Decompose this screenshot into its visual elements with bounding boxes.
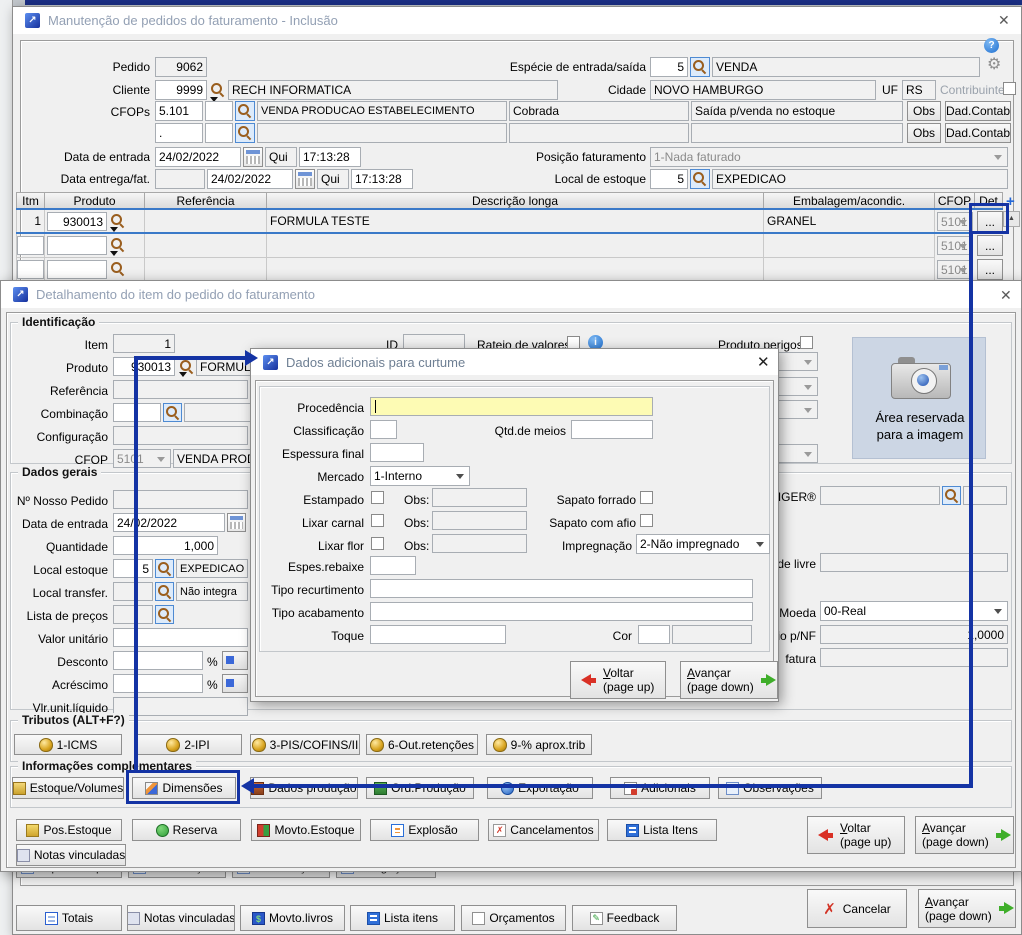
mercado-select[interactable]: 1-Interno [370, 466, 470, 486]
curtume-close-icon[interactable]: ✕ [757, 353, 770, 371]
curtume-titlebar[interactable]: Dados adicionais para curtume [251, 349, 778, 375]
lixar-flor-obs-field [432, 534, 527, 553]
impregnacao-label: Impregnação [560, 539, 632, 553]
mercado-label: Mercado [298, 470, 364, 484]
sapato-forrado-label: Sapato forrado [552, 493, 636, 507]
lixar-carnal-label: Lixar carnal [298, 516, 364, 530]
cor-field[interactable] [638, 625, 670, 644]
tipo-recurtimento-label: Tipo recurtimento [264, 583, 364, 597]
toque-field[interactable] [370, 625, 506, 644]
screen: Manutenção de pedidos do faturamento - I… [0, 0, 1022, 935]
avancar-curtume-button[interactable]: Avançar(page down) [680, 661, 778, 699]
text-cursor [375, 400, 376, 413]
estampado-obs-field [432, 488, 527, 507]
curtume-dialog-title: Dados adicionais para curtume [286, 355, 465, 370]
obs2-label: Obs: [404, 516, 429, 530]
qtd-meios-field[interactable] [571, 420, 653, 439]
lixar-flor-checkbox[interactable] [371, 537, 384, 550]
estampado-checkbox[interactable] [371, 491, 384, 504]
toque-label: Toque [310, 629, 364, 643]
espes-rebaixe-field[interactable] [370, 556, 416, 575]
lixar-carnal-checkbox[interactable] [371, 514, 384, 527]
voltar-curtume-button[interactable]: Voltar(page up) [570, 661, 666, 699]
obs3-label: Obs: [404, 539, 429, 553]
classificacao-label: Classificação [286, 424, 364, 438]
tipo-acabamento-field[interactable] [370, 602, 753, 621]
cor-label: Cor [606, 629, 632, 643]
impregnacao-select[interactable]: 2-Não impregnado [636, 534, 770, 554]
sapato-afio-label: Sapato com afio [548, 516, 636, 530]
tipo-recurtimento-field[interactable] [370, 579, 753, 598]
lixar-carnal-obs-field [432, 511, 527, 530]
curtume-dialog-layer: Dados adicionais para curtume ✕ Procedên… [0, 0, 1022, 935]
red-left-arrow-icon [577, 674, 596, 687]
cor-desc-field [672, 625, 752, 644]
procedencia-field[interactable] [370, 397, 653, 416]
classificacao-field[interactable] [370, 420, 397, 439]
tipo-acabamento-label: Tipo acabamento [264, 606, 364, 620]
obs1-label: Obs: [404, 493, 429, 507]
lixar-flor-label: Lixar flor [298, 539, 364, 553]
estampado-label: Estampado [298, 493, 364, 507]
espessura-field[interactable] [370, 443, 424, 462]
sapato-afio-checkbox[interactable] [640, 514, 653, 527]
qtd-meios-label: Qtd.de meios [480, 424, 566, 438]
app-icon [263, 355, 278, 370]
green-right-arrow-icon [761, 674, 778, 687]
sapato-forrado-checkbox[interactable] [640, 491, 653, 504]
espes-rebaixe-label: Espes.rebaixe [286, 560, 364, 574]
espessura-label: Espessura final [278, 447, 364, 461]
procedencia-label: Procedência [286, 401, 364, 415]
